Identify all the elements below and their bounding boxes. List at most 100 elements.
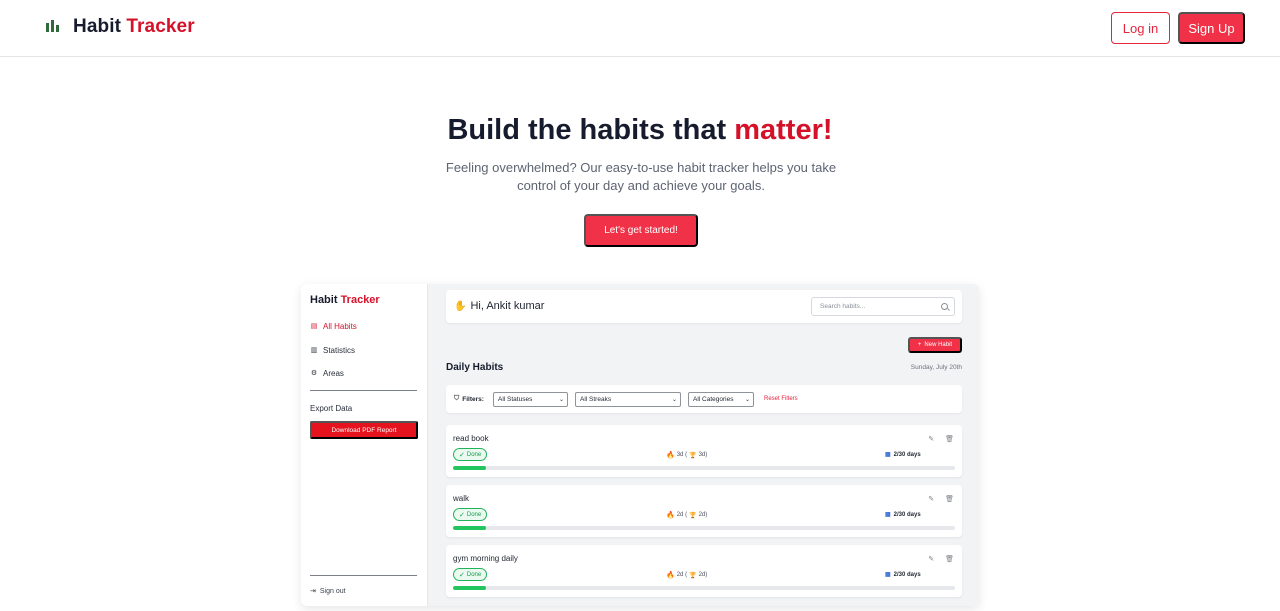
sidebar-item-statistics[interactable]: ▥ Statistics bbox=[310, 346, 355, 355]
trash-icon[interactable]: 🗑 bbox=[945, 495, 954, 503]
chevron-down-icon: ⌄ bbox=[558, 397, 564, 403]
edit-icon[interactable]: ✎ bbox=[928, 555, 934, 563]
streak-info: 🔥 2d (🏆 2d) bbox=[666, 572, 708, 579]
progress-bar bbox=[453, 526, 955, 530]
new-habit-button[interactable]: + New Habit bbox=[908, 337, 962, 353]
days-progress-text: 2/30 days bbox=[893, 571, 921, 578]
filters-label: ⛉ Filters: bbox=[454, 395, 484, 403]
days-progress-text: 2/30 days bbox=[893, 451, 921, 458]
sidebar-item-label: Statistics bbox=[323, 346, 356, 355]
habit-card[interactable]: gym morning daily ✎ 🗑 ✓ Done 🔥 2d (🏆 2d) … bbox=[446, 545, 962, 597]
filter-bar: ⛉ Filters: All Statuses ⌄ All Streaks ⌄ … bbox=[446, 385, 962, 413]
reset-filters-link[interactable]: Reset Filters bbox=[764, 396, 798, 402]
days-progress: ▦ 2/30 days bbox=[885, 511, 921, 519]
download-pdf-button[interactable]: Download PDF Report bbox=[310, 421, 418, 439]
hero-title-accent: matter! bbox=[734, 114, 833, 146]
plus-icon: + bbox=[917, 342, 922, 348]
status-badge[interactable]: ✓ Done bbox=[453, 568, 488, 581]
gears-icon: ⚙ bbox=[310, 369, 318, 377]
new-habit-label: New Habit bbox=[924, 342, 953, 348]
status-badge-label: Done bbox=[466, 571, 482, 578]
status-badge-label: Done bbox=[466, 451, 482, 458]
progress-bar bbox=[453, 586, 955, 590]
hero-title-main: Build the habits that bbox=[447, 114, 727, 146]
section-title: Daily Habits bbox=[446, 362, 504, 373]
category-filter-select[interactable]: All Categories ⌄ bbox=[688, 392, 754, 407]
flame-icon: 🔥 bbox=[666, 572, 675, 579]
habit-logo-icon bbox=[44, 16, 62, 38]
trophy-icon: 🏆 bbox=[689, 572, 697, 579]
chevron-down-icon: ⌄ bbox=[744, 397, 750, 403]
check-icon: ✓ bbox=[459, 511, 465, 519]
sidebar-brand-primary: Habit bbox=[310, 294, 338, 306]
calendar-icon: ▦ bbox=[885, 572, 891, 578]
habit-actions: ✎ 🗑 bbox=[928, 555, 954, 563]
current-streak: 2d bbox=[676, 572, 684, 578]
status-badge[interactable]: ✓ Done bbox=[453, 448, 488, 461]
best-streak: 3d bbox=[698, 452, 706, 458]
progress-fill bbox=[453, 526, 487, 530]
get-started-button[interactable]: Let's get started! bbox=[584, 214, 698, 247]
calendar-icon: ▦ bbox=[885, 452, 891, 458]
sidebar-brand-accent: Tracker bbox=[340, 294, 380, 306]
sign-out-link[interactable]: ⇥ Sign out bbox=[310, 587, 346, 596]
progress-fill bbox=[453, 466, 487, 470]
trash-icon[interactable]: 🗑 bbox=[945, 555, 954, 563]
login-button[interactable]: Log in bbox=[1111, 12, 1170, 44]
sidebar-divider bbox=[310, 390, 417, 391]
flame-icon: 🔥 bbox=[666, 512, 675, 519]
search-input[interactable] bbox=[820, 303, 930, 310]
streak-filter-value: All Streaks bbox=[580, 396, 612, 403]
sidebar-divider bbox=[310, 575, 417, 576]
check-icon: ✓ bbox=[459, 571, 465, 579]
status-filter-select[interactable]: All Statuses ⌄ bbox=[493, 392, 568, 407]
brand[interactable]: Habit Tracker bbox=[44, 16, 195, 38]
calendar-icon: ▦ bbox=[885, 512, 891, 518]
check-icon: ✓ bbox=[459, 451, 465, 459]
status-filter-value: All Statuses bbox=[498, 396, 533, 403]
filters-label-text: Filters: bbox=[462, 395, 484, 403]
trophy-icon: 🏆 bbox=[689, 452, 697, 459]
greeting: ✋ Hi, Ankit kumar bbox=[454, 300, 544, 312]
status-badge[interactable]: ✓ Done bbox=[453, 508, 488, 521]
brand-title: Habit Tracker bbox=[73, 16, 195, 38]
habit-card[interactable]: read book ✎ 🗑 ✓ Done 🔥 3d (🏆 3d) ▦ 2/30 d… bbox=[446, 425, 962, 477]
sidebar-item-areas[interactable]: ⚙ Areas bbox=[310, 369, 344, 378]
habit-card[interactable]: walk ✎ 🗑 ✓ Done 🔥 2d (🏆 2d) ▦ 2/30 days bbox=[446, 485, 962, 537]
habit-name: walk bbox=[453, 494, 470, 503]
signup-button[interactable]: Sign Up bbox=[1178, 12, 1245, 44]
edit-icon[interactable]: ✎ bbox=[928, 435, 934, 443]
search-icon bbox=[941, 303, 948, 310]
progress-bar bbox=[453, 466, 955, 470]
brand-accent: Tracker bbox=[126, 16, 195, 37]
streak-filter-select[interactable]: All Streaks ⌄ bbox=[575, 392, 681, 407]
preview-sidebar: Habit Tracker ▤ All Habits ▥ Statistics … bbox=[301, 284, 428, 606]
greeting-card: ✋ Hi, Ankit kumar bbox=[446, 290, 962, 323]
trash-icon[interactable]: 🗑 bbox=[945, 435, 954, 443]
progress-fill bbox=[453, 586, 487, 590]
chart-icon: ▥ bbox=[310, 346, 318, 354]
edit-icon[interactable]: ✎ bbox=[928, 495, 934, 503]
sidebar-brand: Habit Tracker bbox=[310, 294, 380, 306]
search-box[interactable] bbox=[811, 297, 955, 316]
best-streak: 2d bbox=[698, 512, 706, 518]
sidebar-item-all-habits[interactable]: ▤ All Habits bbox=[310, 322, 357, 331]
current-date: Sunday, July 20th bbox=[910, 364, 962, 371]
habit-actions: ✎ 🗑 bbox=[928, 435, 954, 443]
app-preview: Habit Tracker ▤ All Habits ▥ Statistics … bbox=[301, 284, 979, 606]
clipboard-icon: ▤ bbox=[310, 322, 318, 330]
sign-out-label: Sign out bbox=[319, 587, 346, 595]
export-data-label: Export Data bbox=[310, 404, 353, 413]
greeting-text: Hi, Ankit kumar bbox=[470, 300, 545, 312]
current-streak: 3d bbox=[676, 452, 684, 458]
sign-out-icon: ⇥ bbox=[310, 588, 316, 595]
top-nav: Habit Tracker Log in Sign Up bbox=[0, 0, 1280, 57]
hero-subtitle: Feeling overwhelmed? Our easy-to-use hab… bbox=[445, 160, 837, 193]
flame-icon: 🔥 bbox=[666, 452, 675, 459]
days-progress: ▦ 2/30 days bbox=[885, 451, 921, 459]
chevron-down-icon: ⌄ bbox=[671, 397, 677, 403]
days-progress-text: 2/30 days bbox=[893, 511, 921, 518]
hero-title: Build the habits that matter! bbox=[0, 114, 1280, 147]
category-filter-value: All Categories bbox=[693, 396, 734, 403]
best-streak: 2d bbox=[698, 572, 706, 578]
